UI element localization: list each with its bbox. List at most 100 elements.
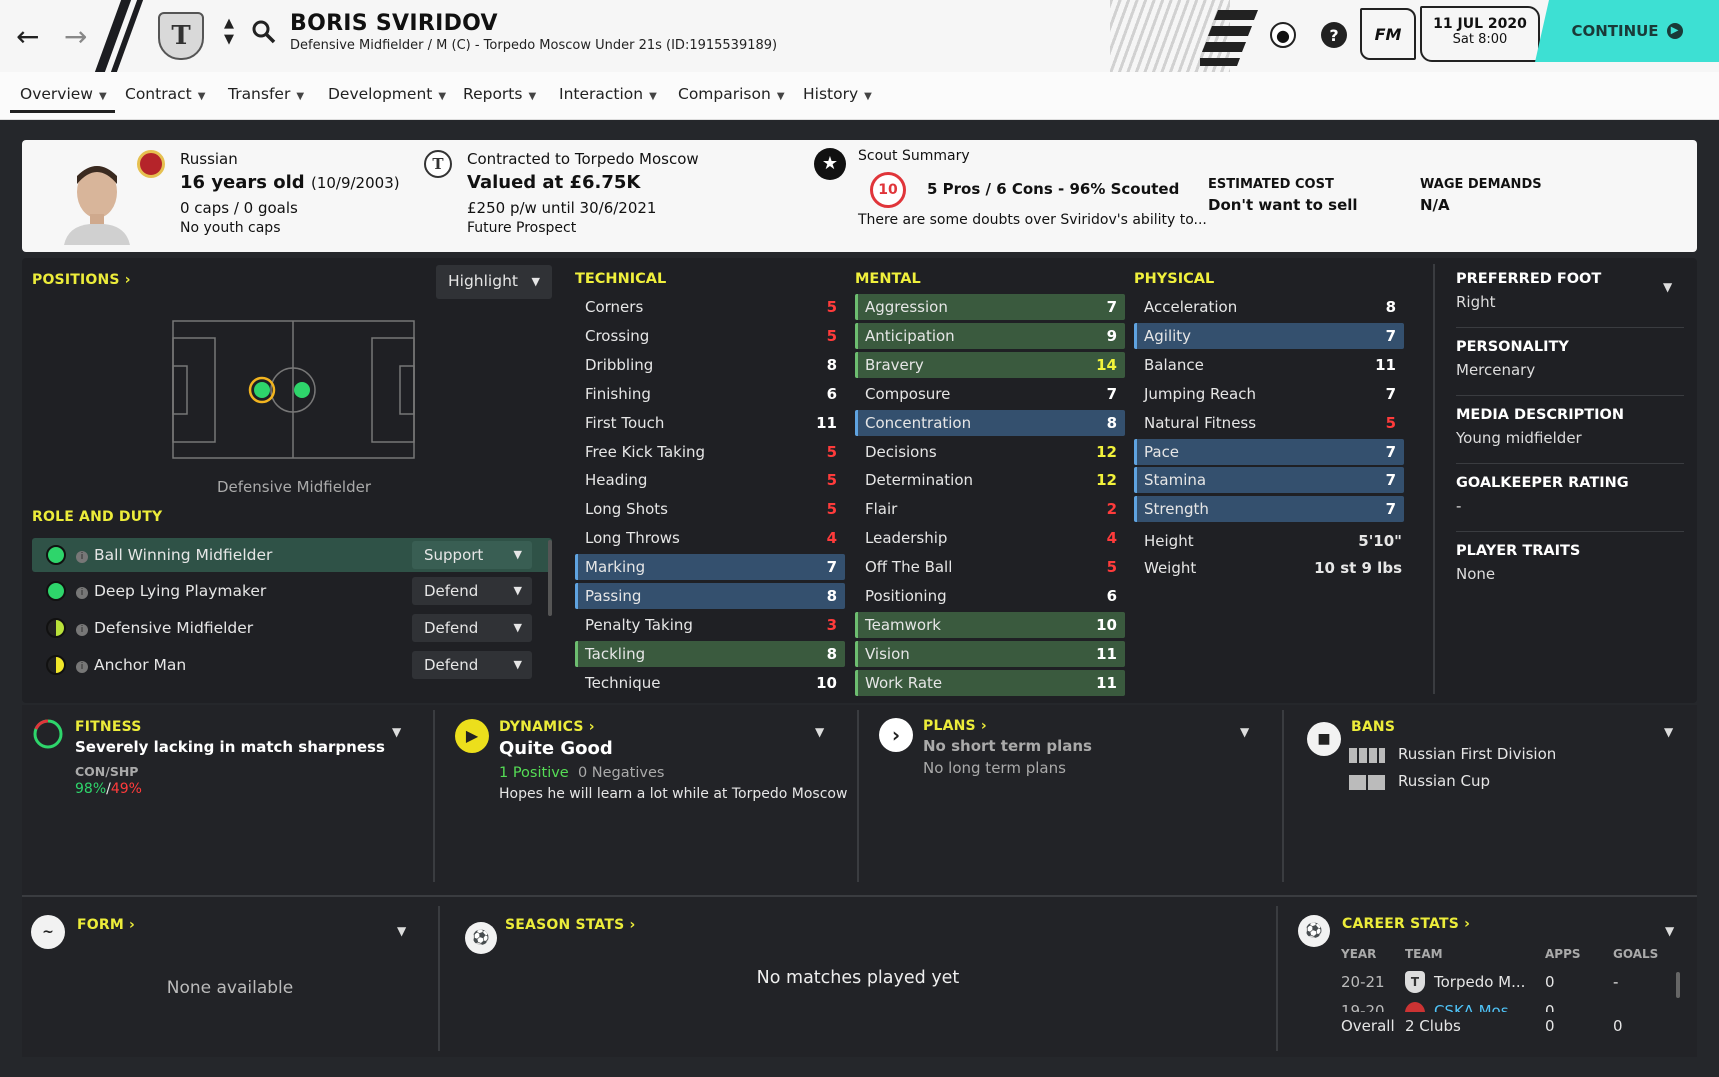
attribute-row[interactable]: Technique 10: [575, 670, 845, 696]
chevron-down-icon[interactable]: ▼: [1663, 280, 1672, 294]
attribute-row[interactable]: Agility 7: [1134, 322, 1404, 349]
continue-button[interactable]: CONTINUE ▶: [1535, 0, 1719, 62]
dynamics-title[interactable]: DYNAMICS ›: [499, 719, 595, 735]
info-icon[interactable]: i: [76, 624, 88, 636]
career-scrollbar[interactable]: [1676, 972, 1680, 998]
form-title[interactable]: FORM ›: [77, 917, 135, 933]
plans-title[interactable]: PLANS ›: [923, 718, 987, 734]
attribute-row[interactable]: Decisions 12: [855, 439, 1125, 465]
duty-dropdown[interactable]: Defend ▼: [412, 614, 532, 642]
help-icon[interactable]: ?: [1321, 22, 1347, 48]
tab-comparison[interactable]: Comparison ▼: [678, 85, 785, 103]
table-row[interactable]: 20-21 T Torpedo M... 0 -: [1341, 971, 1661, 997]
attribute-row[interactable]: Off The Ball 5: [855, 554, 1125, 580]
attribute-row[interactable]: Work Rate 11: [855, 669, 1125, 696]
date-box[interactable]: 11 JUL 2020 Sat 8:00: [1420, 6, 1540, 62]
estimated-cost-label: ESTIMATED COST: [1208, 177, 1334, 192]
duty-dropdown[interactable]: Support ▼: [412, 541, 532, 569]
tab-contract[interactable]: Contract ▼: [125, 85, 205, 103]
attribute-row[interactable]: Determination 12: [855, 467, 1125, 493]
role-row[interactable]: i Deep Lying Playmaker Defend ▼: [32, 574, 552, 608]
fm-menu-button[interactable]: FM: [1360, 8, 1416, 60]
player-traits: None: [1456, 565, 1496, 583]
tab-reports[interactable]: Reports ▼: [463, 85, 536, 103]
attribute-row[interactable]: Leadership 4: [855, 525, 1125, 551]
attribute-row[interactable]: Tackling 8: [575, 640, 845, 667]
attribute-value: 7: [1385, 500, 1396, 519]
attribute-row[interactable]: Composure 7: [855, 381, 1125, 407]
career-stats-title[interactable]: CAREER STATS ›: [1342, 916, 1470, 932]
chevron-down-icon[interactable]: ▼: [815, 725, 824, 739]
form-title-text: FORM: [77, 917, 124, 933]
scout-title[interactable]: Scout Summary: [858, 148, 970, 164]
highlight-dropdown[interactable]: Highlight ▼: [436, 265, 552, 299]
role-row[interactable]: i Defensive Midfielder Defend ▼: [32, 611, 552, 645]
duty-dropdown[interactable]: Defend ▼: [412, 651, 532, 679]
info-icon[interactable]: i: [76, 661, 88, 673]
attribute-row[interactable]: Marking 7: [575, 554, 845, 581]
attribute-row[interactable]: Flair 2: [855, 496, 1125, 522]
attribute-row[interactable]: Heading 5: [575, 467, 845, 493]
season-stats-title[interactable]: SEASON STATS ›: [505, 917, 635, 933]
chevron-down-icon[interactable]: ▼: [1664, 725, 1673, 739]
attribute-row[interactable]: Bravery 14: [855, 351, 1125, 378]
role-row[interactable]: i Ball Winning Midfielder Support ▼: [32, 538, 552, 572]
info-icon[interactable]: i: [76, 587, 88, 599]
chevron-down-icon[interactable]: ▼: [397, 924, 406, 938]
attribute-row[interactable]: Aggression 7: [855, 294, 1125, 320]
attribute-row[interactable]: Teamwork 10: [855, 611, 1125, 638]
attribute-row[interactable]: Anticipation 9: [855, 322, 1125, 349]
positions-title[interactable]: POSITIONS ›: [32, 272, 131, 288]
search-icon[interactable]: [252, 20, 276, 44]
attribute-row[interactable]: Pace 7: [1134, 438, 1404, 465]
chevron-down-icon[interactable]: ▼: [392, 725, 401, 739]
attribute-row[interactable]: Corners 5: [575, 294, 845, 320]
tab-transfer[interactable]: Transfer ▼: [228, 85, 304, 103]
table-row[interactable]: 19-20 CSKA Mos... 0: [1341, 1002, 1661, 1012]
player-switch-icon[interactable]: ▲ ▼: [224, 16, 234, 48]
chevron-down-icon[interactable]: ▼: [1240, 725, 1249, 739]
forward-arrow-icon[interactable]: →: [64, 20, 87, 53]
height-value: 5'10": [1358, 532, 1402, 550]
club-crest-icon[interactable]: T: [158, 12, 204, 60]
attribute-row[interactable]: Crossing 5: [575, 323, 845, 349]
role-row[interactable]: i Anchor Man Defend ▼: [32, 648, 552, 682]
tab-interaction[interactable]: Interaction ▼: [559, 85, 657, 103]
attribute-row[interactable]: Balance 11: [1134, 352, 1404, 378]
attribute-row[interactable]: Acceleration 8: [1134, 294, 1404, 320]
attribute-row[interactable]: Long Throws 4: [575, 525, 845, 551]
attribute-row[interactable]: Finishing 6: [575, 381, 845, 407]
attribute-row[interactable]: Natural Fitness 5: [1134, 410, 1404, 436]
roles-scrollbar[interactable]: [548, 540, 552, 616]
tab-development[interactable]: Development ▼: [328, 85, 446, 103]
attribute-name: Corners: [585, 298, 644, 316]
attribute-row[interactable]: Stamina 7: [1134, 467, 1404, 494]
weight-value: 10 st 9 lbs: [1314, 559, 1402, 577]
chevron-down-icon[interactable]: ▼: [1665, 924, 1674, 938]
attribute-row[interactable]: Dribbling 8: [575, 352, 845, 378]
attribute-row[interactable]: First Touch 11: [575, 410, 845, 436]
club-crest-icon: T: [1405, 971, 1425, 993]
attribute-row[interactable]: Free Kick Taking 5: [575, 439, 845, 465]
attribute-row[interactable]: Long Shots 5: [575, 496, 845, 522]
attribute-row[interactable]: Strength 7: [1134, 496, 1404, 523]
attribute-row[interactable]: Penalty Taking 3: [575, 612, 845, 638]
back-arrow-icon[interactable]: ←: [16, 20, 39, 53]
tab-history[interactable]: History ▼: [803, 85, 872, 103]
career-team[interactable]: Torpedo M...: [1434, 973, 1525, 991]
info-icon[interactable]: i: [76, 551, 88, 563]
attribute-row[interactable]: Positioning 6: [855, 583, 1125, 609]
duty-dropdown[interactable]: Defend ▼: [412, 577, 532, 605]
season-stats-title-text: SEASON STATS: [505, 917, 625, 933]
positions-title-text: POSITIONS: [32, 272, 120, 288]
attribute-value: 8: [1106, 413, 1117, 432]
tab-overview[interactable]: Overview ▼: [20, 85, 107, 103]
career-team[interactable]: CSKA Mos...: [1434, 1002, 1523, 1012]
globe-icon[interactable]: ●: [1270, 22, 1296, 48]
duty-label: Support: [424, 546, 484, 564]
attribute-row[interactable]: Jumping Reach 7: [1134, 381, 1404, 407]
attribute-row[interactable]: Vision 11: [855, 640, 1125, 667]
attribute-row[interactable]: Concentration 8: [855, 409, 1125, 436]
attribute-name: Agility: [1144, 326, 1192, 345]
attribute-row[interactable]: Passing 8: [575, 583, 845, 609]
